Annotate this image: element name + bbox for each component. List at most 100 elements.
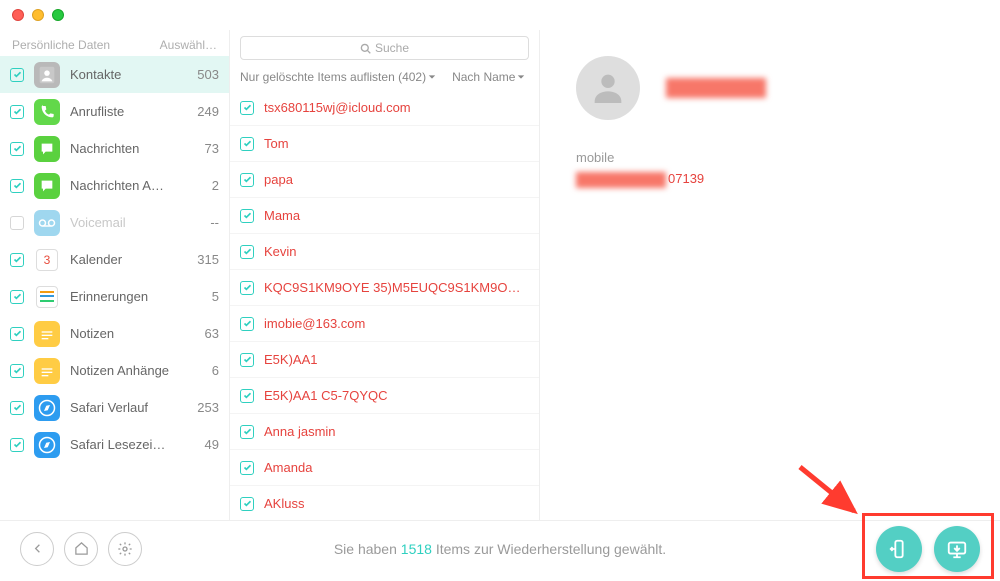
filter-deleted-only[interactable]: Nur gelöschte Items auflisten (402)	[240, 70, 436, 84]
contacts-icon	[34, 62, 60, 88]
home-button[interactable]	[64, 532, 98, 566]
minimize-window-button[interactable]	[32, 9, 44, 21]
contact-row[interactable]: papa	[230, 162, 539, 198]
checkbox[interactable]	[240, 425, 254, 439]
checkbox[interactable]	[240, 317, 254, 331]
phone-redacted-part	[576, 172, 666, 188]
checkbox[interactable]	[10, 401, 24, 415]
contact-name: Kevin	[264, 244, 529, 259]
avatar	[576, 56, 640, 120]
contact-name-redacted	[666, 78, 766, 98]
contact-name: E5K)AA1 C5-7QYQC	[264, 388, 529, 403]
voicemail-icon	[34, 210, 60, 236]
checkbox[interactable]	[10, 179, 24, 193]
checkbox[interactable]	[240, 137, 254, 151]
recover-to-computer-button[interactable]	[934, 526, 980, 572]
sidebar-item-phone[interactable]: Anrufliste 249	[0, 93, 229, 130]
contact-row[interactable]: E5K)AA1 C5-7QYQC	[230, 378, 539, 414]
search-icon	[360, 43, 371, 54]
search-input[interactable]: Suche	[240, 36, 529, 60]
checkbox[interactable]	[10, 68, 24, 82]
checkbox[interactable]	[10, 327, 24, 341]
checkbox[interactable]	[10, 438, 24, 452]
contact-list-panel: Suche Nur gelöschte Items auflisten (402…	[230, 30, 540, 520]
select-all-toggle[interactable]: Auswähl…	[160, 38, 217, 52]
sidebar-item-safari[interactable]: Safari Verlauf 253	[0, 389, 229, 426]
sidebar-item-notes[interactable]: Notizen 63	[0, 315, 229, 352]
checkbox[interactable]	[240, 389, 254, 403]
contact-row[interactable]: E5K)AA1	[230, 342, 539, 378]
sidebar-item-count: 49	[205, 437, 219, 452]
checkbox[interactable]	[10, 105, 24, 119]
sidebar-item-label: Kalender	[70, 252, 197, 267]
window-titlebar	[0, 0, 1000, 30]
close-window-button[interactable]	[12, 9, 24, 21]
contact-name: AKluss	[264, 496, 529, 511]
arrow-left-icon	[30, 541, 45, 556]
contact-row[interactable]: Amanda	[230, 450, 539, 486]
sidebar-item-reminders[interactable]: Erinnerungen 5	[0, 278, 229, 315]
checkbox[interactable]	[240, 101, 254, 115]
back-button[interactable]	[20, 532, 54, 566]
contact-name: papa	[264, 172, 529, 187]
chevron-down-icon	[517, 73, 525, 81]
phone-icon	[34, 99, 60, 125]
notes-icon	[34, 321, 60, 347]
contact-row[interactable]: Tom	[230, 126, 539, 162]
messages-icon	[34, 136, 60, 162]
sidebar-item-label: Anrufliste	[70, 104, 197, 119]
sidebar-item-messages[interactable]: Nachrichten 73	[0, 130, 229, 167]
chevron-down-icon	[428, 73, 436, 81]
checkbox[interactable]	[240, 209, 254, 223]
contact-row[interactable]: Anna jasmin	[230, 414, 539, 450]
checkbox[interactable]	[10, 290, 24, 304]
checkbox[interactable]	[10, 364, 24, 378]
contact-row[interactable]: AKluss	[230, 486, 539, 520]
contact-name: E5K)AA1	[264, 352, 529, 367]
sidebar-item-calendar[interactable]: 3 Kalender 315	[0, 241, 229, 278]
checkbox[interactable]	[240, 173, 254, 187]
to-device-icon	[888, 538, 910, 560]
sidebar-item-label: Notizen Anhänge	[70, 363, 212, 378]
checkbox[interactable]	[240, 461, 254, 475]
messages-icon	[34, 173, 60, 199]
sidebar-item-count: 249	[197, 104, 219, 119]
calendar-icon: 3	[34, 247, 60, 273]
recover-to-device-button[interactable]	[876, 526, 922, 572]
checkbox[interactable]	[240, 353, 254, 367]
safari-icon	[34, 395, 60, 421]
sidebar-item-label: Safari Verlauf	[70, 400, 197, 415]
maximize-window-button[interactable]	[52, 9, 64, 21]
sidebar-item-contacts[interactable]: Kontakte 503	[0, 56, 229, 93]
contact-name: KQC9S1KM9OYE 35)M5EUQC9S1KM9OYE35)…	[264, 280, 529, 295]
checkbox[interactable]	[240, 245, 254, 259]
contact-row[interactable]: tsx680115wj@icloud.com	[230, 90, 539, 126]
phone-number: 07139	[576, 171, 964, 188]
checkbox[interactable]	[240, 497, 254, 511]
checkbox[interactable]	[240, 281, 254, 295]
phone-suffix: 07139	[668, 171, 704, 186]
sort-by-name[interactable]: Nach Name	[452, 70, 525, 84]
checkbox[interactable]	[10, 253, 24, 267]
sidebar-item-label: Erinnerungen	[70, 289, 212, 304]
sidebar-item-count: 253	[197, 400, 219, 415]
checkbox[interactable]	[10, 142, 24, 156]
settings-button[interactable]	[108, 532, 142, 566]
contact-name: imobie@163.com	[264, 316, 529, 331]
sidebar-item-safari[interactable]: Safari Lesezei… 49	[0, 426, 229, 463]
sidebar-item-messages[interactable]: Nachrichten A… 2	[0, 167, 229, 204]
sidebar-item-count: --	[210, 215, 219, 230]
contact-row[interactable]: KQC9S1KM9OYE 35)M5EUQC9S1KM9OYE35)…	[230, 270, 539, 306]
contact-row[interactable]: Kevin	[230, 234, 539, 270]
sidebar-item-label: Nachrichten	[70, 141, 205, 156]
contact-detail-panel: mobile 07139	[540, 30, 1000, 520]
checkbox[interactable]	[10, 216, 24, 230]
sidebar-item-label: Notizen	[70, 326, 205, 341]
sidebar-item-notes[interactable]: Notizen Anhänge 6	[0, 352, 229, 389]
contact-row[interactable]: imobie@163.com	[230, 306, 539, 342]
notes-icon	[34, 358, 60, 384]
sidebar-item-voicemail[interactable]: Voicemail --	[0, 204, 229, 241]
sidebar-item-label: Voicemail	[70, 215, 210, 230]
contact-row[interactable]: Mama	[230, 198, 539, 234]
sidebar-item-count: 2	[212, 178, 219, 193]
